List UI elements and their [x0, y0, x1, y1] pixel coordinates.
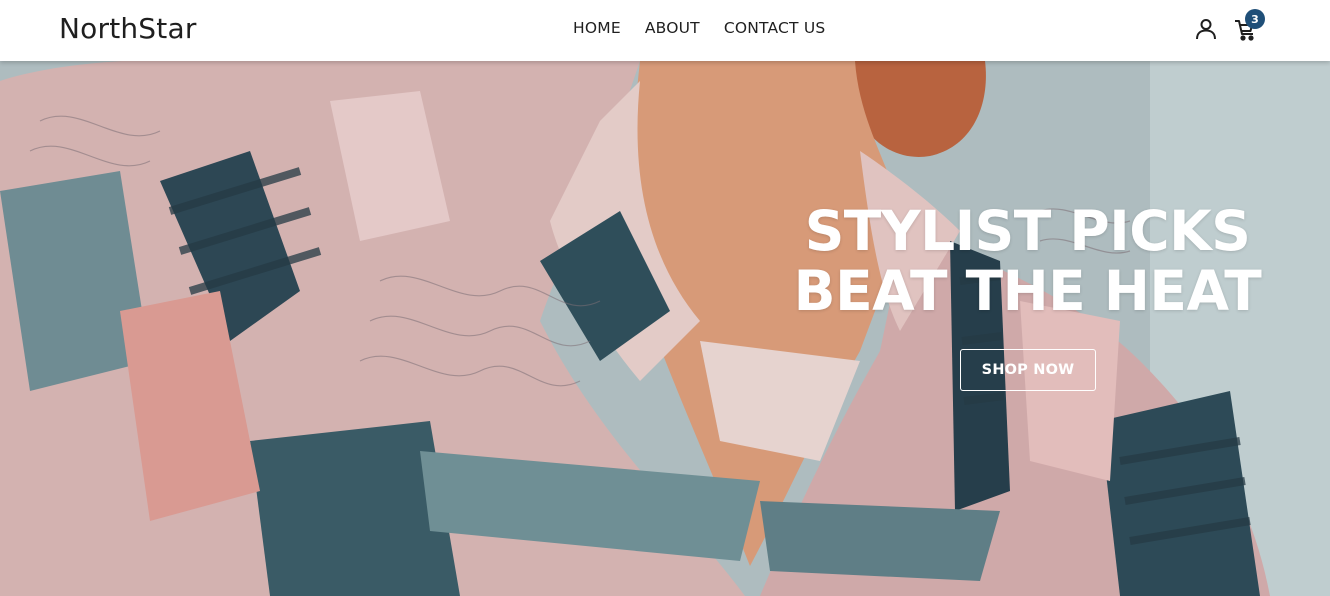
hero-banner: STYLIST PICKS BEAT THE HEAT SHOP NOW: [0, 61, 1330, 596]
nav-contact-link[interactable]: CONTACT US: [724, 19, 826, 37]
hero-headline: STYLIST PICKS BEAT THE HEAT: [793, 199, 1262, 323]
nav-home-link[interactable]: HOME: [573, 19, 621, 37]
main-nav: HOME ABOUT CONTACT US: [573, 19, 825, 37]
hero-image: [0, 61, 1330, 596]
shop-now-button[interactable]: SHOP NOW: [960, 349, 1096, 391]
cart-count-badge: 3: [1245, 9, 1265, 29]
brand-logo[interactable]: NorthStar: [59, 12, 197, 45]
nav-about-link[interactable]: ABOUT: [645, 19, 700, 37]
user-icon[interactable]: [1194, 17, 1218, 41]
top-navbar: NorthStar HOME ABOUT CONTACT US 3: [0, 0, 1330, 61]
